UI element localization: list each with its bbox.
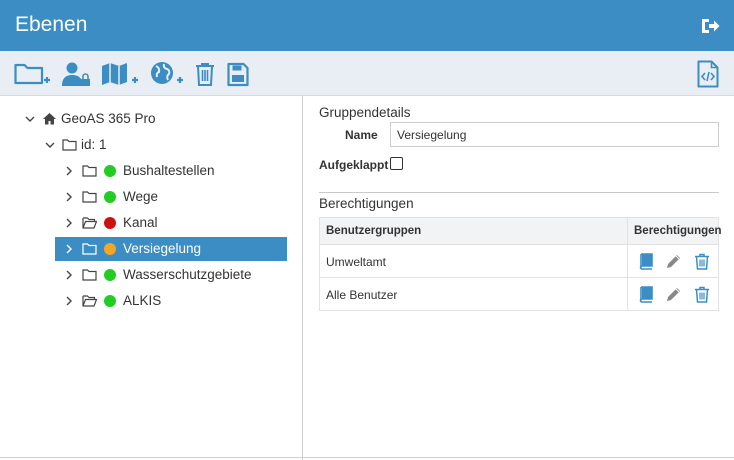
save-icon[interactable] (227, 60, 249, 88)
globe-add-icon[interactable] (149, 60, 185, 88)
tree-layer-label: Kanal (123, 215, 158, 230)
actions-cell (627, 245, 720, 277)
folder-icon (82, 165, 97, 177)
tree-group[interactable]: id: 1 (40, 133, 280, 157)
folder-icon (62, 139, 77, 151)
pencil-icon[interactable] (666, 253, 682, 270)
status-dot-green (104, 269, 116, 281)
folder-icon (82, 243, 97, 255)
column-header-groups: Benutzergruppen (320, 218, 627, 244)
page-title: Ebenen (15, 13, 88, 36)
toolbar (0, 51, 734, 96)
tree-layer-kanal[interactable]: Kanal (55, 211, 287, 235)
chevron-right-icon[interactable] (63, 295, 75, 307)
pencil-icon[interactable] (666, 286, 682, 303)
name-label: Name (345, 128, 378, 142)
status-dot-green (104, 165, 116, 177)
trash-icon[interactable] (195, 60, 215, 88)
status-dot-green (104, 295, 116, 307)
group-cell: Umweltamt (320, 245, 627, 277)
table-header-row: Benutzergruppen Berechtigungen (320, 218, 722, 244)
column-header-groups-label: Benutzergruppen (326, 225, 422, 237)
expanded-label: Aufgeklappt (319, 158, 389, 172)
layer-tree-panel: GeoAS 365 Pro id: 1 Bushaltestellen Wege… (0, 96, 303, 460)
tree-layer-versiegelung[interactable]: Versiegelung (55, 237, 287, 261)
status-dot-green (104, 191, 116, 203)
name-input[interactable] (390, 122, 719, 147)
table-row: Alle Benutzer (320, 277, 718, 310)
tree-layer-label: ALKIS (123, 293, 162, 308)
group-cell: Alle Benutzer (320, 278, 627, 310)
column-header-permissions-label: Berechtigungen (634, 225, 722, 237)
chevron-right-icon[interactable] (63, 217, 75, 229)
book-icon[interactable] (638, 286, 654, 303)
group-details-title: Gruppendetails (319, 105, 411, 120)
tree-group-label: id: 1 (81, 137, 107, 152)
folder-open-icon (82, 217, 97, 229)
status-dot-red (104, 217, 116, 229)
bottom-border (0, 457, 734, 458)
book-icon[interactable] (638, 253, 654, 270)
tree-layer-bushaltestellen[interactable]: Bushaltestellen (55, 159, 287, 183)
title-bar: Ebenen (0, 0, 734, 51)
folder-icon (82, 191, 97, 203)
group-name: Alle Benutzer (326, 288, 398, 302)
chevron-right-icon[interactable] (63, 191, 75, 203)
chevron-down-icon[interactable] (24, 113, 36, 125)
details-panel: Gruppendetails Name Aufgeklappt Berechti… (304, 96, 734, 460)
chevron-right-icon[interactable] (63, 165, 75, 177)
logout-icon[interactable] (700, 16, 720, 36)
tree-root[interactable]: GeoAS 365 Pro (20, 107, 280, 131)
actions-cell (627, 278, 720, 310)
folder-open-icon (82, 295, 97, 307)
tree-layer-wege[interactable]: Wege (55, 185, 287, 209)
section-divider (319, 192, 719, 193)
chevron-right-icon[interactable] (63, 243, 75, 255)
status-dot-orange (104, 243, 116, 255)
column-header-permissions: Berechtigungen (627, 218, 722, 244)
permissions-table: Benutzergruppen Berechtigungen Umweltamt… (319, 217, 722, 311)
folder-icon (82, 269, 97, 281)
chevron-right-icon[interactable] (63, 269, 75, 281)
map-add-icon[interactable] (101, 60, 139, 88)
folder-add-icon[interactable] (14, 60, 50, 88)
chevron-down-icon[interactable] (44, 139, 56, 151)
group-name: Umweltamt (326, 255, 387, 269)
tree-layer-wasserschutzgebiete[interactable]: Wasserschutzgebiete (55, 263, 287, 287)
trash-icon[interactable] (694, 253, 710, 270)
table-row: Umweltamt (320, 244, 718, 277)
tree-layer-label: Wege (123, 189, 159, 204)
tree-root-label: GeoAS 365 Pro (61, 111, 156, 126)
tree-layer-alkis[interactable]: ALKIS (55, 289, 287, 313)
user-lock-icon[interactable] (61, 60, 91, 88)
home-icon (43, 113, 56, 125)
code-file-icon[interactable] (697, 60, 719, 88)
tree-layer-label: Bushaltestellen (123, 163, 215, 178)
trash-icon[interactable] (694, 286, 710, 303)
permissions-title: Berechtigungen (319, 196, 414, 211)
tree-layer-label: Versiegelung (123, 241, 202, 256)
tree-layer-label: Wasserschutzgebiete (123, 267, 252, 282)
expanded-checkbox[interactable] (390, 157, 403, 170)
